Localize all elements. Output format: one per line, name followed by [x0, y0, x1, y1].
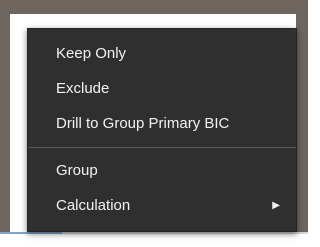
backdrop-top-border [0, 0, 308, 14]
backdrop-left-border [0, 0, 10, 232]
menu-item-keep-only[interactable]: Keep Only [28, 39, 296, 69]
menu-item-drill-to-group-primary-bic[interactable]: Drill to Group Primary BIC [28, 109, 296, 139]
context-menu: Keep Only Exclude Drill to Group Primary… [27, 28, 297, 232]
screen: Keep Only Exclude Drill to Group Primary… [0, 0, 308, 247]
menu-item-label: Group [56, 162, 98, 179]
backdrop-right-border [296, 0, 308, 232]
active-underline [0, 232, 62, 234]
menu-item-group[interactable]: Group [28, 156, 296, 186]
menu-item-label: Drill to Group Primary BIC [56, 115, 230, 132]
menu-item-calculation[interactable]: Calculation ▶ [28, 191, 296, 221]
chevron-right-icon: ▶ [272, 200, 280, 211]
inactive-underline [62, 232, 308, 234]
menu-divider [28, 147, 296, 148]
menu-item-exclude[interactable]: Exclude [28, 74, 296, 104]
menu-item-label: Keep Only [56, 45, 127, 62]
bottom-strip [0, 232, 308, 247]
menu-item-label: Calculation [56, 197, 131, 214]
menu-item-label: Exclude [56, 80, 110, 97]
